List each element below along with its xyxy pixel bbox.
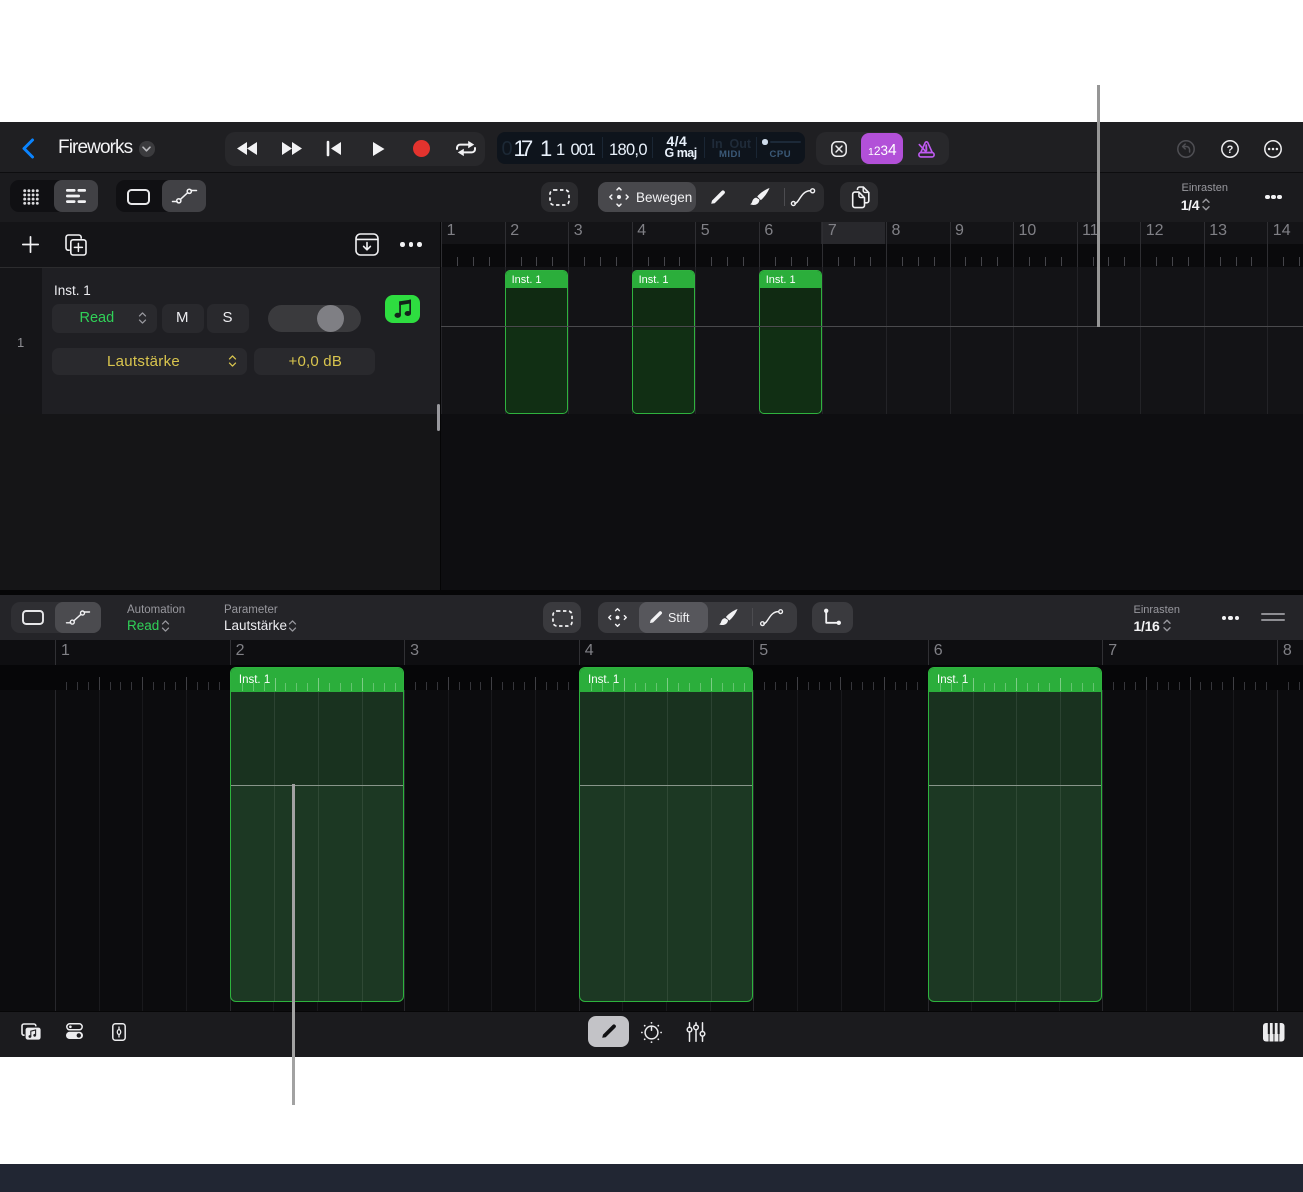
svg-text:?: ?: [1226, 144, 1233, 156]
